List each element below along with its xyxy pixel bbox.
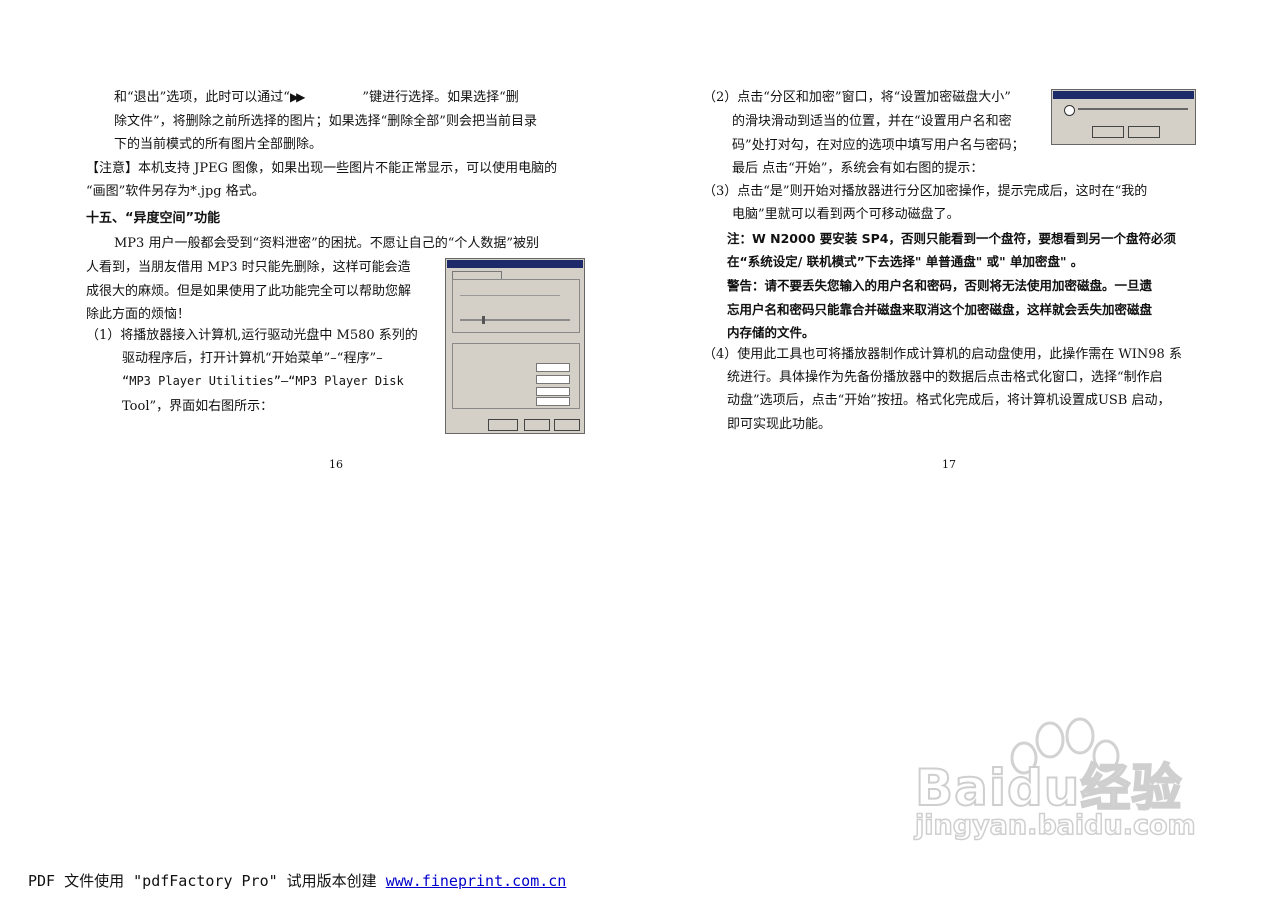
warning-line-3: 内存储的文件。 xyxy=(727,325,815,340)
step1-line-3: “MP3 Player Utilities”–“MP3 Player Disk xyxy=(122,374,404,388)
disk-tool-screenshot xyxy=(445,258,585,434)
note-line-2: “画图”软件另存为*.jpg 格式。 xyxy=(86,184,265,199)
fineprint-link[interactable]: www.fineprint.com.cn xyxy=(386,872,567,890)
question-icon xyxy=(1064,105,1075,116)
left-line-2: 除文件”，将删除之前所选择的图片；如果选择“删除全部”则会把当前目录 xyxy=(114,114,537,129)
step1-line-4: Tool”，界面如右图所示： xyxy=(122,399,274,414)
para-line-2: 人看到，当朋友借用 MP3 时只能先删除，这样可能会造 xyxy=(86,260,411,275)
step1-line-2: 驱动程序后，打开计算机“开始菜单”–“程序”– xyxy=(122,351,383,366)
left-line-1: 和“退出”选项，此时可以通过“▶▶ ”键进行选择。如果选择“删 xyxy=(114,86,519,109)
step4-line-2: 统进行。具体操作为先备份播放器中的数据后点击格式化窗口，选择“制作启 xyxy=(727,370,1163,385)
fast-forward-icon: ▶▶ xyxy=(289,90,306,104)
para-line-3: 成很大的麻烦。但是如果使用了此功能完全可以帮助您解 xyxy=(86,284,412,299)
note-line-1: 【注意】本机支持 JPEG 图像，如果出现一些图片不能正常显示，可以使用电脑的 xyxy=(86,161,558,176)
para-line-1: MP3 用户一般都会受到“资料泄密”的困扰。不愿让自己的“个人数据”被别 xyxy=(114,236,540,251)
step2-line-4: 最后 点击“开始”，系统会有如右图的提示： xyxy=(732,161,984,176)
note-wn2000-line-2: 在“系统设定/ 联机模式”下去选择" 单普通盘" 或" 单加密盘" 。 xyxy=(727,254,1084,269)
para-line-4: 除此方面的烦恼！ xyxy=(86,307,191,322)
section-heading: 十五、“异度空间”功能 xyxy=(86,211,221,226)
step2-line-1: （2）点击“分区和加密”窗口，将“设置加密磁盘大小” xyxy=(703,90,1011,105)
warning-line-1: 警告：请不要丢失您输入的用户名和密码，否则将无法使用加密磁盘。一旦遗 xyxy=(727,278,1153,293)
left-line-3: 下的当前模式的所有图片全部删除。 xyxy=(114,137,323,152)
note-wn2000-line-1: 注：W N2000 要安装 SP4，否则只能看到一个盘符，要想看到另一个盘符必须 xyxy=(727,231,1176,246)
page-number-left: 16 xyxy=(329,458,343,471)
step4-line-1: （4）使用此工具也可将播放器制作成计算机的启动盘使用，此操作需在 WIN98 系 xyxy=(703,347,1182,362)
page-number-right: 17 xyxy=(942,458,956,471)
step2-line-2: 的滑块滑动到适当的位置，并在“设置用户名和密 xyxy=(732,114,1012,129)
pdf-footer: PDF 文件使用 "pdfFactory Pro" 试用版本创建 www.fin… xyxy=(28,872,567,890)
confirm-dialog-screenshot xyxy=(1051,89,1196,145)
step1-line-1: （1）将播放器接入计算机,运行驱动光盘中 M580 系列的 xyxy=(86,328,418,343)
step3-line-1: （3）点击“是”则开始对播放器进行分区加密操作，提示完成后，这时在“我的 xyxy=(703,184,1148,199)
step3-line-2: 电脑”里就可以看到两个可移动磁盘了。 xyxy=(732,207,960,222)
warning-line-2: 忘用户名和密码只能靠合并磁盘来取消这个加密磁盘，这样就会丢失加密磁盘 xyxy=(727,302,1153,317)
step2-line-3: 码”处打对勾，在对应的选项中填写用户名与密码； xyxy=(732,138,1025,153)
watermark-url: jingyan.baidu.com xyxy=(914,809,1196,842)
step4-line-3: 动盘”选项后，点击“开始”按扭。格式化完成后，将计算机设置成USB 启动， xyxy=(727,393,1171,408)
step4-line-4: 即可实现此功能。 xyxy=(727,417,832,432)
